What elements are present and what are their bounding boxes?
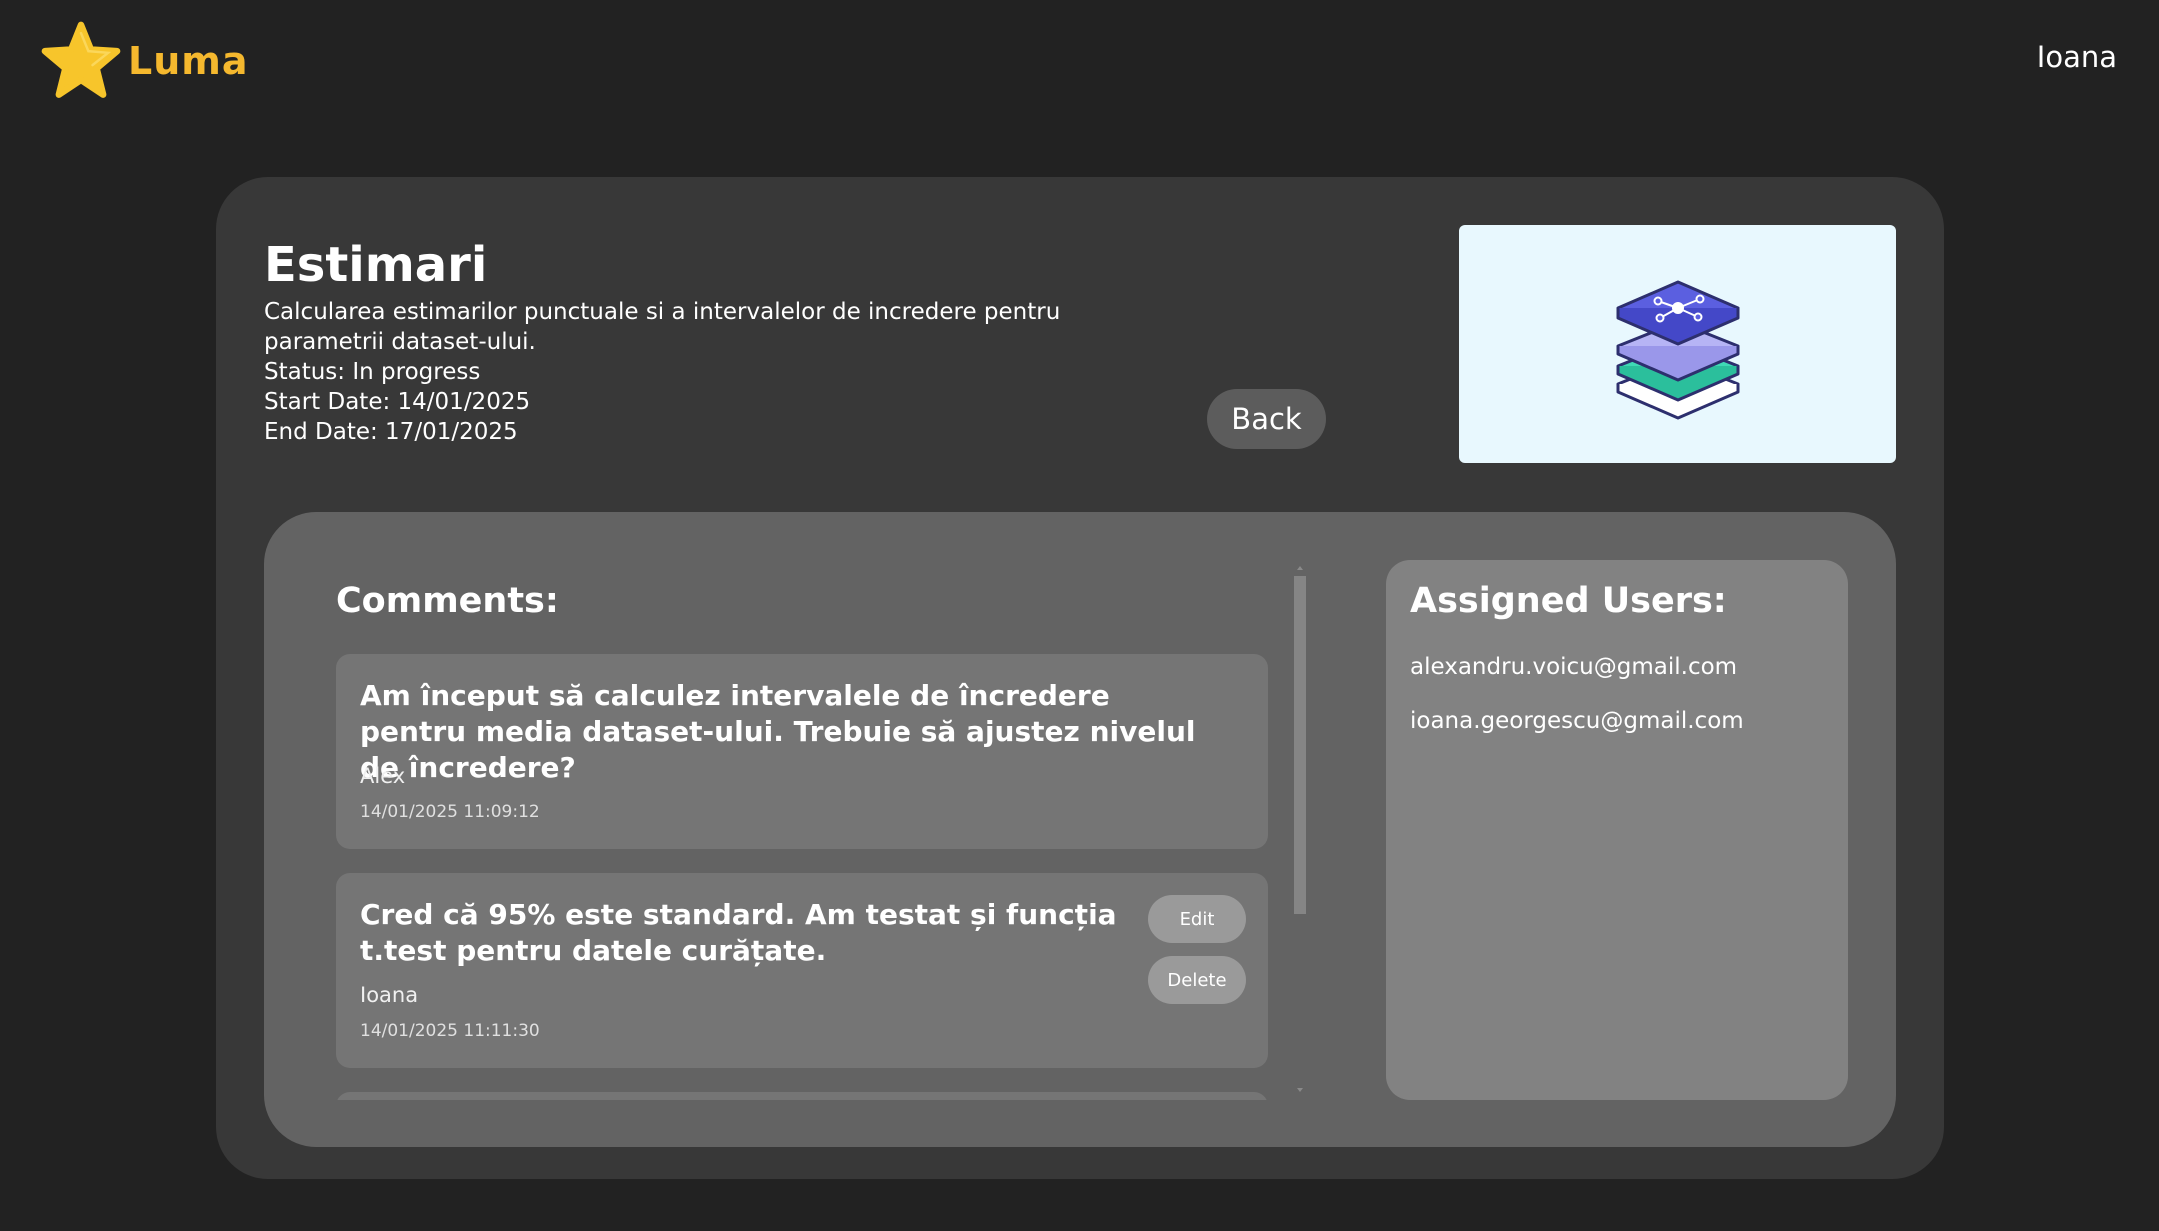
top-header: Luma Ioana: [0, 0, 2159, 120]
assigned-users-panel: Assigned Users: alexandru.voicu@gmail.co…: [1386, 560, 1848, 1100]
task-info: Calcularea estimarilor punctuale si a in…: [264, 297, 1104, 447]
comments-title: Comments:: [336, 581, 559, 621]
edit-comment-button[interactable]: Edit: [1148, 895, 1246, 943]
scroll-up-arrow-icon[interactable]: [1297, 566, 1303, 570]
task-end-date: End Date: 17/01/2025: [264, 419, 518, 445]
comments-scrollbar[interactable]: [1294, 566, 1306, 1092]
scroll-down-arrow-icon[interactable]: [1297, 1088, 1303, 1092]
assigned-users-title: Assigned Users:: [1410, 581, 1727, 621]
comments-section[interactable]: Comments: Am început să calculez interva…: [336, 560, 1276, 1100]
comment-text: Am început să calculez intervalele de în…: [360, 679, 1196, 784]
assigned-user-email: alexandru.voicu@gmail.com: [1410, 654, 1738, 680]
scroll-thumb[interactable]: [1294, 576, 1306, 914]
layers-stack-icon: [1616, 280, 1739, 420]
assigned-user-email: ioana.georgescu@gmail.com: [1410, 708, 1744, 734]
logo-text: Luma: [128, 39, 249, 83]
delete-comment-button[interactable]: Delete: [1148, 956, 1246, 1004]
task-image: [1459, 225, 1896, 463]
app-logo[interactable]: Luma: [40, 20, 249, 102]
comment-author: Alex: [360, 764, 406, 788]
comment-author: Ioana: [360, 983, 419, 1007]
comment-text: Cred că 95% este standard. Am testat și …: [360, 898, 1117, 967]
content-panel: Comments: Am început să calculez interva…: [264, 512, 1896, 1147]
comment-item: Cred că 95% este standard. Am testat și …: [336, 873, 1268, 1068]
comment-item: Am început să calculez intervalele de în…: [336, 654, 1268, 849]
task-start-date: Start Date: 14/01/2025: [264, 389, 531, 415]
task-description: Calcularea estimarilor punctuale si a in…: [264, 299, 1061, 355]
task-card: Estimari Calcularea estimarilor punctual…: [216, 177, 1944, 1179]
task-title: Estimari: [264, 237, 488, 293]
task-status: Status: In progress: [264, 359, 481, 385]
comment-date: 14/01/2025 11:09:12: [360, 802, 540, 822]
comment-item: [336, 1092, 1268, 1100]
star-icon: [41, 21, 121, 98]
comment-date: 14/01/2025 11:11:30: [360, 1021, 540, 1041]
current-user-name[interactable]: Ioana: [2037, 40, 2117, 74]
back-button[interactable]: Back: [1207, 389, 1326, 449]
